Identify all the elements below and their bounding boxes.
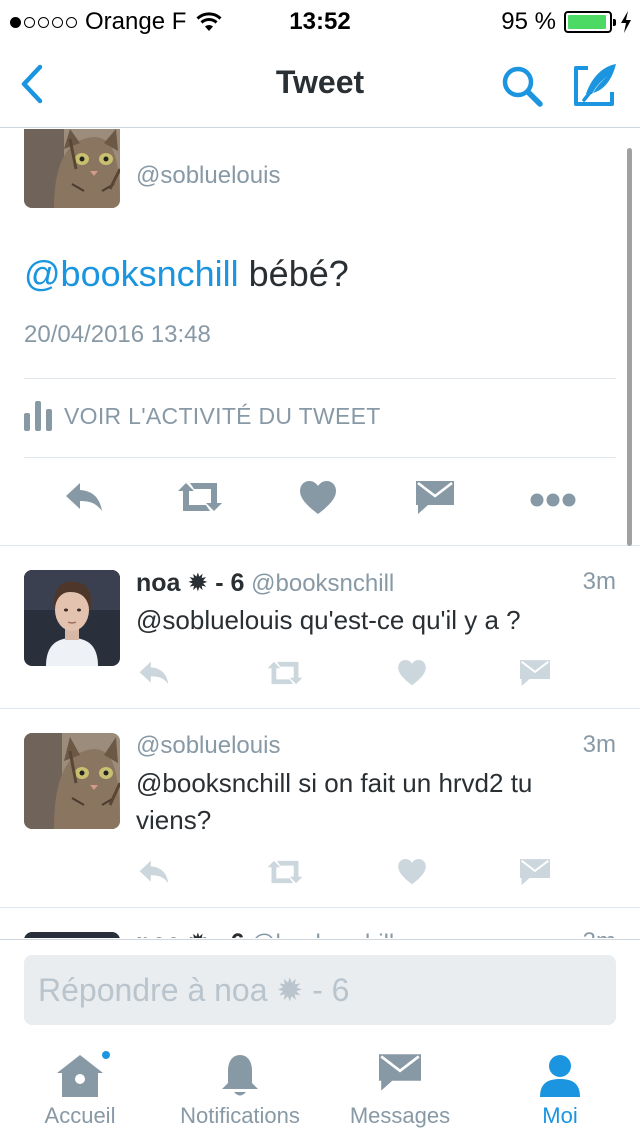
reply-composer: Répondre à noa ✹ - 6 — [0, 939, 640, 1039]
bell-icon — [222, 1055, 258, 1096]
author-handle[interactable]: @booksnchill — [251, 930, 394, 938]
avatar[interactable] — [24, 129, 120, 208]
author-handle[interactable]: @sobluelouis — [136, 732, 280, 759]
tab-notifications[interactable]: Notifications — [160, 1039, 320, 1136]
retweet-icon[interactable] — [176, 481, 224, 513]
reply-icon[interactable] — [138, 859, 170, 885]
reply-text: @sobluelouis qu'est-ce qu'il y a ? — [136, 605, 521, 635]
direct-message-icon[interactable] — [520, 859, 550, 886]
like-icon[interactable] — [300, 481, 336, 515]
tweet-author-handle[interactable]: @sobluelouis — [136, 162, 280, 190]
reply-text: @booksnchill si on fait un hrvd2 tu vien… — [136, 768, 533, 835]
retweet-icon[interactable] — [266, 859, 304, 885]
reply-timestamp: 3m — [582, 568, 616, 595]
notification-dot — [100, 1049, 112, 1061]
navigation-bar: Tweet — [0, 40, 640, 128]
tweet-timestamp: 20/04/2016 13:48 — [24, 321, 211, 348]
tab-home[interactable]: Accueil — [0, 1039, 160, 1136]
charging-bolt-icon — [621, 11, 631, 33]
reply-icon[interactable] — [64, 481, 104, 513]
avatar[interactable] — [24, 932, 120, 938]
reply-action-bar — [136, 859, 556, 891]
home-icon — [57, 1055, 103, 1097]
avatar[interactable] — [24, 570, 120, 666]
list-item[interactable]: noa ✹ - 6 @booksnchill 3m @sobluelouis q… — [0, 546, 640, 708]
battery-icon — [564, 11, 616, 33]
author-handle[interactable]: @booksnchill — [251, 570, 394, 597]
tweet-action-bar — [0, 481, 640, 521]
mention-link[interactable]: @booksnchill — [24, 253, 239, 294]
search-icon[interactable] — [498, 62, 546, 110]
list-item[interactable]: noa ✹ - 6 @booksnchill 3m — [0, 908, 640, 938]
tab-label: Messages — [349, 1103, 451, 1128]
tab-label: Accueil — [44, 1103, 116, 1128]
reply-icon[interactable] — [138, 660, 170, 686]
author-name[interactable]: noa ✹ - 6 — [136, 569, 244, 597]
battery-percent: 95 % — [501, 8, 556, 35]
profile-icon — [540, 1055, 580, 1097]
tweet-activity-label: VOIR L'ACTIVITÉ DU TWEET — [64, 402, 381, 429]
reply-header: @sobluelouis — [136, 731, 280, 760]
tweet-text-body: bébé? — [238, 253, 349, 294]
like-icon[interactable] — [398, 660, 426, 686]
reply-timestamp: 3m — [583, 928, 616, 938]
tab-messages[interactable]: Messages — [320, 1039, 480, 1136]
compose-tweet-icon[interactable] — [570, 60, 620, 110]
author-name[interactable]: noa ✹ - 6 — [136, 929, 244, 938]
tweet-detail-scroll[interactable]: @sobluelouis @booksnchill bébé? 20/04/20… — [0, 129, 640, 938]
more-icon[interactable] — [530, 493, 576, 507]
tweet-activity-link[interactable]: VOIR L'ACTIVITÉ DU TWEET — [24, 401, 381, 431]
tab-me[interactable]: Moi — [480, 1039, 640, 1136]
retweet-icon[interactable] — [266, 660, 304, 686]
reply-timestamp: 3m — [582, 731, 616, 758]
reply-action-bar — [136, 660, 556, 692]
scrollbar[interactable] — [627, 148, 632, 546]
tab-label: Moi — [542, 1103, 578, 1128]
like-icon[interactable] — [398, 859, 426, 885]
direct-message-icon[interactable] — [416, 481, 454, 515]
tab-label: Notifications — [180, 1103, 300, 1128]
divider — [24, 457, 616, 458]
battery-group: 95 % — [501, 8, 632, 36]
status-bar: Orange F 13:52 95 % — [0, 0, 640, 40]
reply-input[interactable]: Répondre à noa ✹ - 6 — [24, 955, 616, 1025]
tab-bar: Accueil Notifications Messages Moi — [0, 1039, 640, 1136]
reply-header: noa ✹ - 6 @booksnchill — [136, 568, 394, 598]
direct-message-icon[interactable] — [520, 660, 550, 687]
envelope-icon — [379, 1054, 421, 1091]
reply-header: noa ✹ - 6 @booksnchill — [136, 928, 394, 938]
avatar[interactable] — [24, 733, 120, 829]
activity-chart-icon — [24, 401, 52, 431]
tweet-text: @booksnchill bébé? — [24, 253, 349, 295]
list-item[interactable]: @sobluelouis 3m @booksnchill si on fait … — [0, 709, 640, 907]
divider — [24, 378, 616, 379]
